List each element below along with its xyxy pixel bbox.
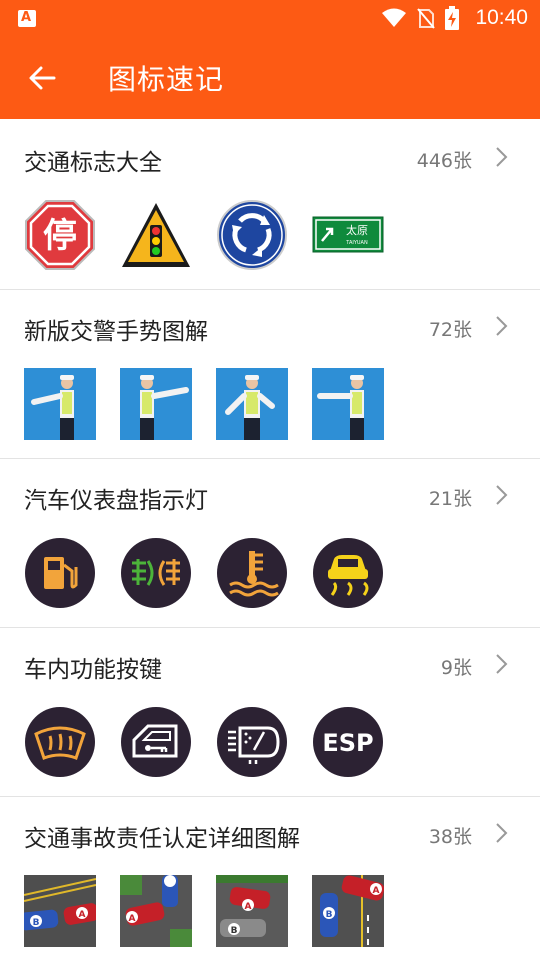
chevron-right-icon bbox=[496, 316, 508, 336]
app-bar: 图标速记 bbox=[0, 36, 540, 119]
guide-sign-text: 太原 bbox=[346, 224, 368, 237]
app-header: 10:40 图标速记 bbox=[0, 0, 540, 119]
roundabout-sign-icon bbox=[217, 200, 287, 270]
accident-diagram-image: B A bbox=[312, 875, 385, 947]
fog-light-icon bbox=[121, 538, 191, 608]
esp-icon: ESP bbox=[313, 707, 383, 777]
section-count: 9张 bbox=[440, 657, 472, 679]
skid-car-icon bbox=[313, 538, 383, 608]
chevron-right-icon bbox=[496, 654, 508, 674]
fuel-light-thumb[interactable] bbox=[24, 537, 96, 609]
section-count: 21张 bbox=[428, 488, 472, 510]
police-gesture-thumb[interactable] bbox=[216, 368, 288, 440]
section-title: 汽车仪表盘指示灯 bbox=[24, 488, 208, 514]
accident-diagram-thumb[interactable]: A B bbox=[216, 875, 288, 947]
accident-diagram-image: A bbox=[120, 875, 192, 947]
accident-diagram-image: B A bbox=[19, 875, 99, 947]
chevron-right-icon bbox=[496, 823, 508, 843]
windshield-defrost-icon bbox=[25, 707, 95, 777]
esp-label: ESP bbox=[322, 729, 373, 757]
traction-control-thumb[interactable] bbox=[312, 537, 384, 609]
guide-sign-thumb[interactable]: 太原 TAIYUAN bbox=[312, 199, 384, 271]
section-header[interactable]: 新版交警手势图解 72张 bbox=[0, 290, 540, 362]
accident-diagram-thumb[interactable]: A bbox=[120, 875, 192, 947]
coolant-temp-thumb[interactable] bbox=[216, 537, 288, 609]
section-title: 交通事故责任认定详细图解 bbox=[24, 826, 300, 852]
car-a-label: A bbox=[79, 910, 86, 920]
section-header[interactable]: 交通事故责任认定详细图解 38张 bbox=[0, 797, 540, 869]
status-bar: 10:40 bbox=[0, 0, 540, 36]
fog-light-thumb[interactable] bbox=[120, 537, 192, 609]
section-count: 446张 bbox=[416, 150, 472, 172]
traffic-light-warning-thumb[interactable] bbox=[120, 199, 192, 271]
section-count: 72张 bbox=[428, 319, 472, 341]
roundabout-sign-thumb[interactable] bbox=[216, 199, 288, 271]
accident-diagram-thumb[interactable]: B A bbox=[19, 875, 99, 947]
stop-sign-icon: 停 bbox=[25, 200, 95, 270]
police-gesture-thumb[interactable] bbox=[120, 368, 192, 440]
car-b-label: B bbox=[231, 926, 238, 936]
police-gesture-image bbox=[24, 368, 96, 440]
status-icons: 10:40 bbox=[381, 4, 528, 32]
section-traffic-signs[interactable]: 交通标志大全 446张 停 太原 TAIYUAN bbox=[0, 121, 540, 290]
no-sim-icon bbox=[417, 8, 436, 29]
fuel-pump-icon bbox=[25, 538, 95, 608]
police-gesture-thumb[interactable] bbox=[24, 368, 96, 440]
car-b-label: B bbox=[326, 910, 333, 920]
section-header[interactable]: 汽车仪表盘指示灯 21张 bbox=[0, 459, 540, 531]
police-gesture-image bbox=[120, 368, 192, 440]
chevron-right-icon bbox=[496, 485, 508, 505]
guide-sign-icon: 太原 TAIYUAN bbox=[312, 216, 384, 253]
battery-charging-icon bbox=[445, 6, 460, 30]
back-button[interactable] bbox=[22, 58, 62, 98]
police-gesture-thumb[interactable] bbox=[312, 368, 384, 440]
section-car-buttons[interactable]: 车内功能按键 9张 ESP bbox=[0, 628, 540, 797]
door-lock-thumb[interactable] bbox=[120, 706, 192, 778]
police-gesture-image bbox=[216, 368, 288, 440]
section-dashboard-lights[interactable]: 汽车仪表盘指示灯 21张 bbox=[0, 459, 540, 628]
section-count: 38张 bbox=[428, 826, 472, 848]
page-title: 图标速记 bbox=[108, 63, 225, 96]
guide-sign-subtext: TAIYUAN bbox=[345, 240, 368, 246]
app-notification-icon bbox=[18, 10, 36, 27]
stop-sign-text: 停 bbox=[43, 216, 77, 256]
section-title: 车内功能按键 bbox=[24, 657, 162, 683]
section-police-gestures[interactable]: 新版交警手势图解 72张 bbox=[0, 290, 540, 459]
wifi-icon bbox=[382, 8, 407, 27]
stop-sign-thumb[interactable]: 停 bbox=[24, 199, 96, 271]
section-title: 新版交警手势图解 bbox=[24, 319, 208, 345]
traffic-light-warning-icon bbox=[122, 203, 190, 267]
police-gesture-image bbox=[312, 368, 384, 440]
car-a-label: A bbox=[373, 886, 380, 896]
car-a-label: A bbox=[129, 914, 136, 924]
chevron-right-icon bbox=[496, 147, 508, 167]
rear-washer-icon bbox=[217, 707, 287, 777]
section-title: 交通标志大全 bbox=[24, 150, 162, 176]
door-key-icon bbox=[121, 707, 191, 777]
car-b-label: B bbox=[33, 918, 40, 928]
section-header[interactable]: 交通标志大全 446张 bbox=[0, 121, 540, 193]
washer-thumb[interactable] bbox=[216, 706, 288, 778]
accident-diagram-thumb[interactable]: B A bbox=[312, 875, 385, 947]
status-time: 10:40 bbox=[475, 6, 528, 29]
coolant-temp-icon bbox=[217, 538, 287, 608]
defrost-thumb[interactable] bbox=[24, 706, 96, 778]
section-header[interactable]: 车内功能按键 9张 bbox=[0, 628, 540, 700]
esp-button-thumb[interactable]: ESP bbox=[312, 706, 384, 778]
arrow-left-icon bbox=[29, 66, 56, 90]
accident-diagram-image: A B bbox=[216, 875, 288, 947]
section-accident-responsibility[interactable]: 交通事故责任认定详细图解 38张 B A A A B B A bbox=[0, 797, 540, 960]
car-a-label: A bbox=[245, 902, 252, 912]
